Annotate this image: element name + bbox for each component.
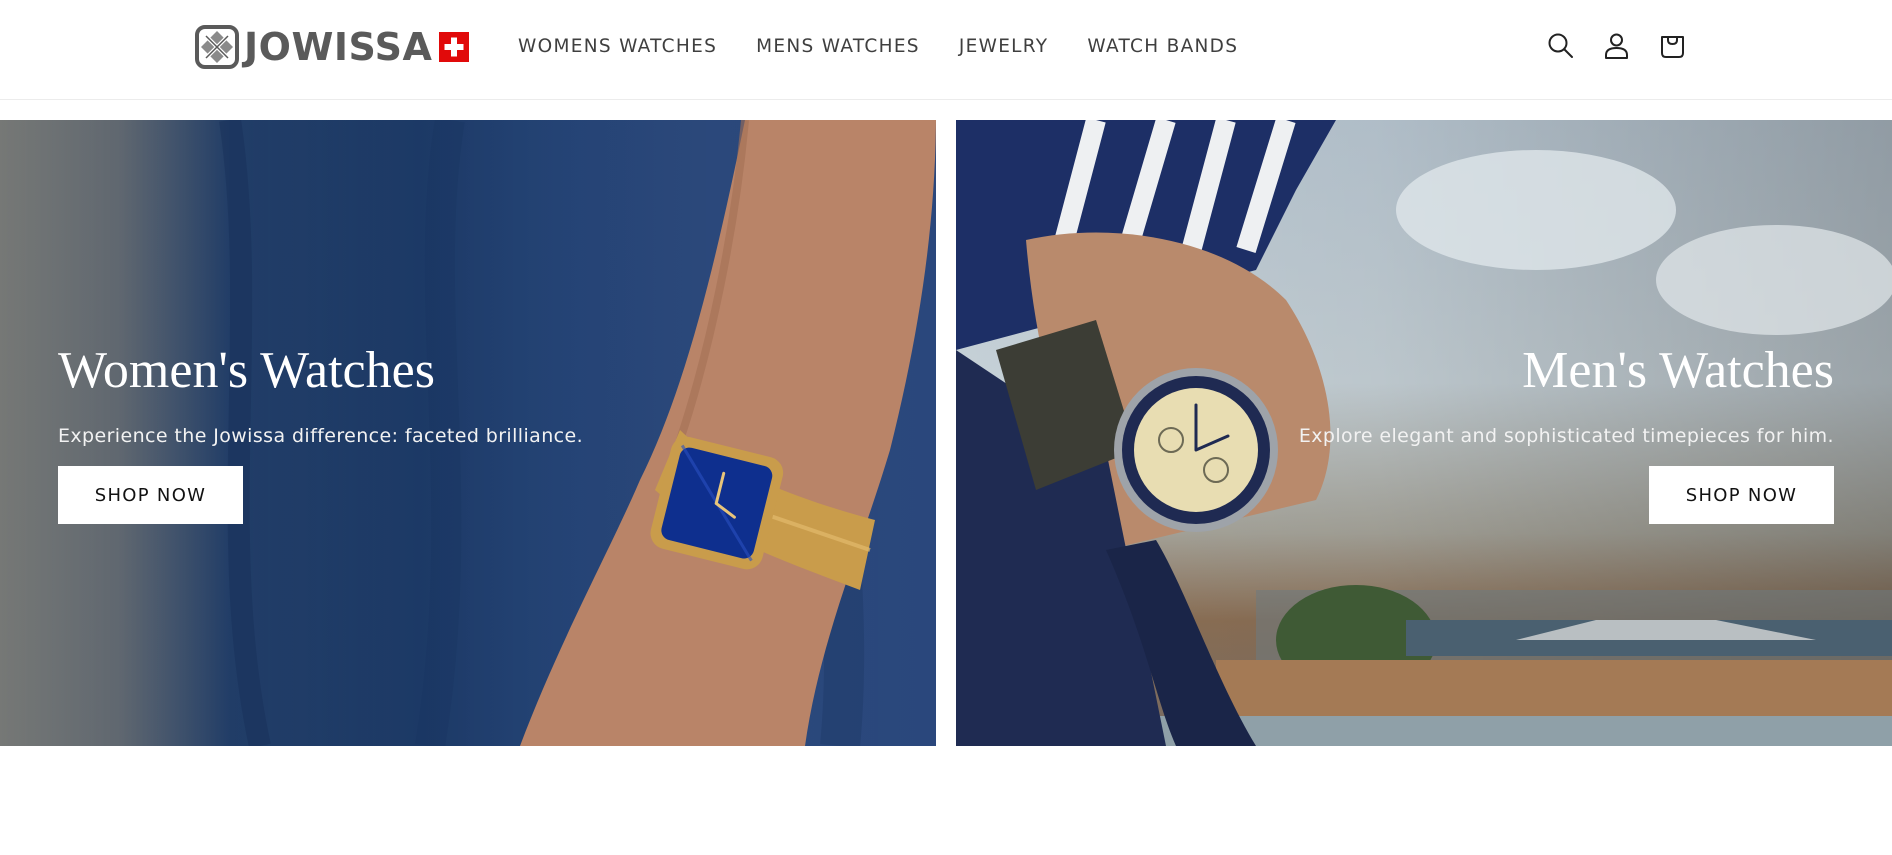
account-icon[interactable] — [1602, 31, 1631, 60]
mens-hero-subtitle: Explore elegant and sophisticated timepi… — [1298, 425, 1834, 448]
womens-hero-content: Women's Watches Experience the Jowissa d… — [58, 342, 584, 525]
swiss-flag-icon — [439, 32, 470, 62]
cart-icon[interactable] — [1658, 31, 1687, 60]
womens-hero-title: Women's Watches — [58, 342, 435, 399]
site-header: JOWISSA WOMENS WATCHES MENS WATCHES JEWE… — [0, 0, 1892, 100]
mens-shop-now-button[interactable]: SHOP NOW — [1649, 466, 1834, 525]
header-actions — [1546, 31, 1687, 60]
nav-jewelry[interactable]: JEWELRY — [959, 36, 1049, 57]
brand-name: JOWISSA — [244, 25, 433, 69]
hero-mens-panel[interactable]: Men's Watches Explore elegant and sophis… — [956, 120, 1892, 746]
mens-hero-title: Men's Watches — [1522, 342, 1834, 399]
brand-logo[interactable]: JOWISSA — [194, 22, 470, 72]
nav-womens-watches[interactable]: WOMENS WATCHES — [518, 36, 717, 57]
search-icon[interactable] — [1546, 31, 1575, 60]
hero-womens-panel[interactable]: Women's Watches Experience the Jowissa d… — [0, 120, 936, 746]
main-nav: WOMENS WATCHES MENS WATCHES JEWELRY WATC… — [518, 36, 1238, 57]
nav-mens-watches[interactable]: MENS WATCHES — [756, 36, 920, 57]
womens-hero-subtitle: Experience the Jowissa difference: facet… — [58, 425, 584, 448]
womens-shop-now-button[interactable]: SHOP NOW — [58, 466, 243, 525]
mens-hero-content: Men's Watches Explore elegant and sophis… — [1298, 342, 1834, 525]
nav-watch-bands[interactable]: WATCH BANDS — [1087, 36, 1238, 57]
crossed-diamond-logo-icon — [195, 25, 239, 69]
